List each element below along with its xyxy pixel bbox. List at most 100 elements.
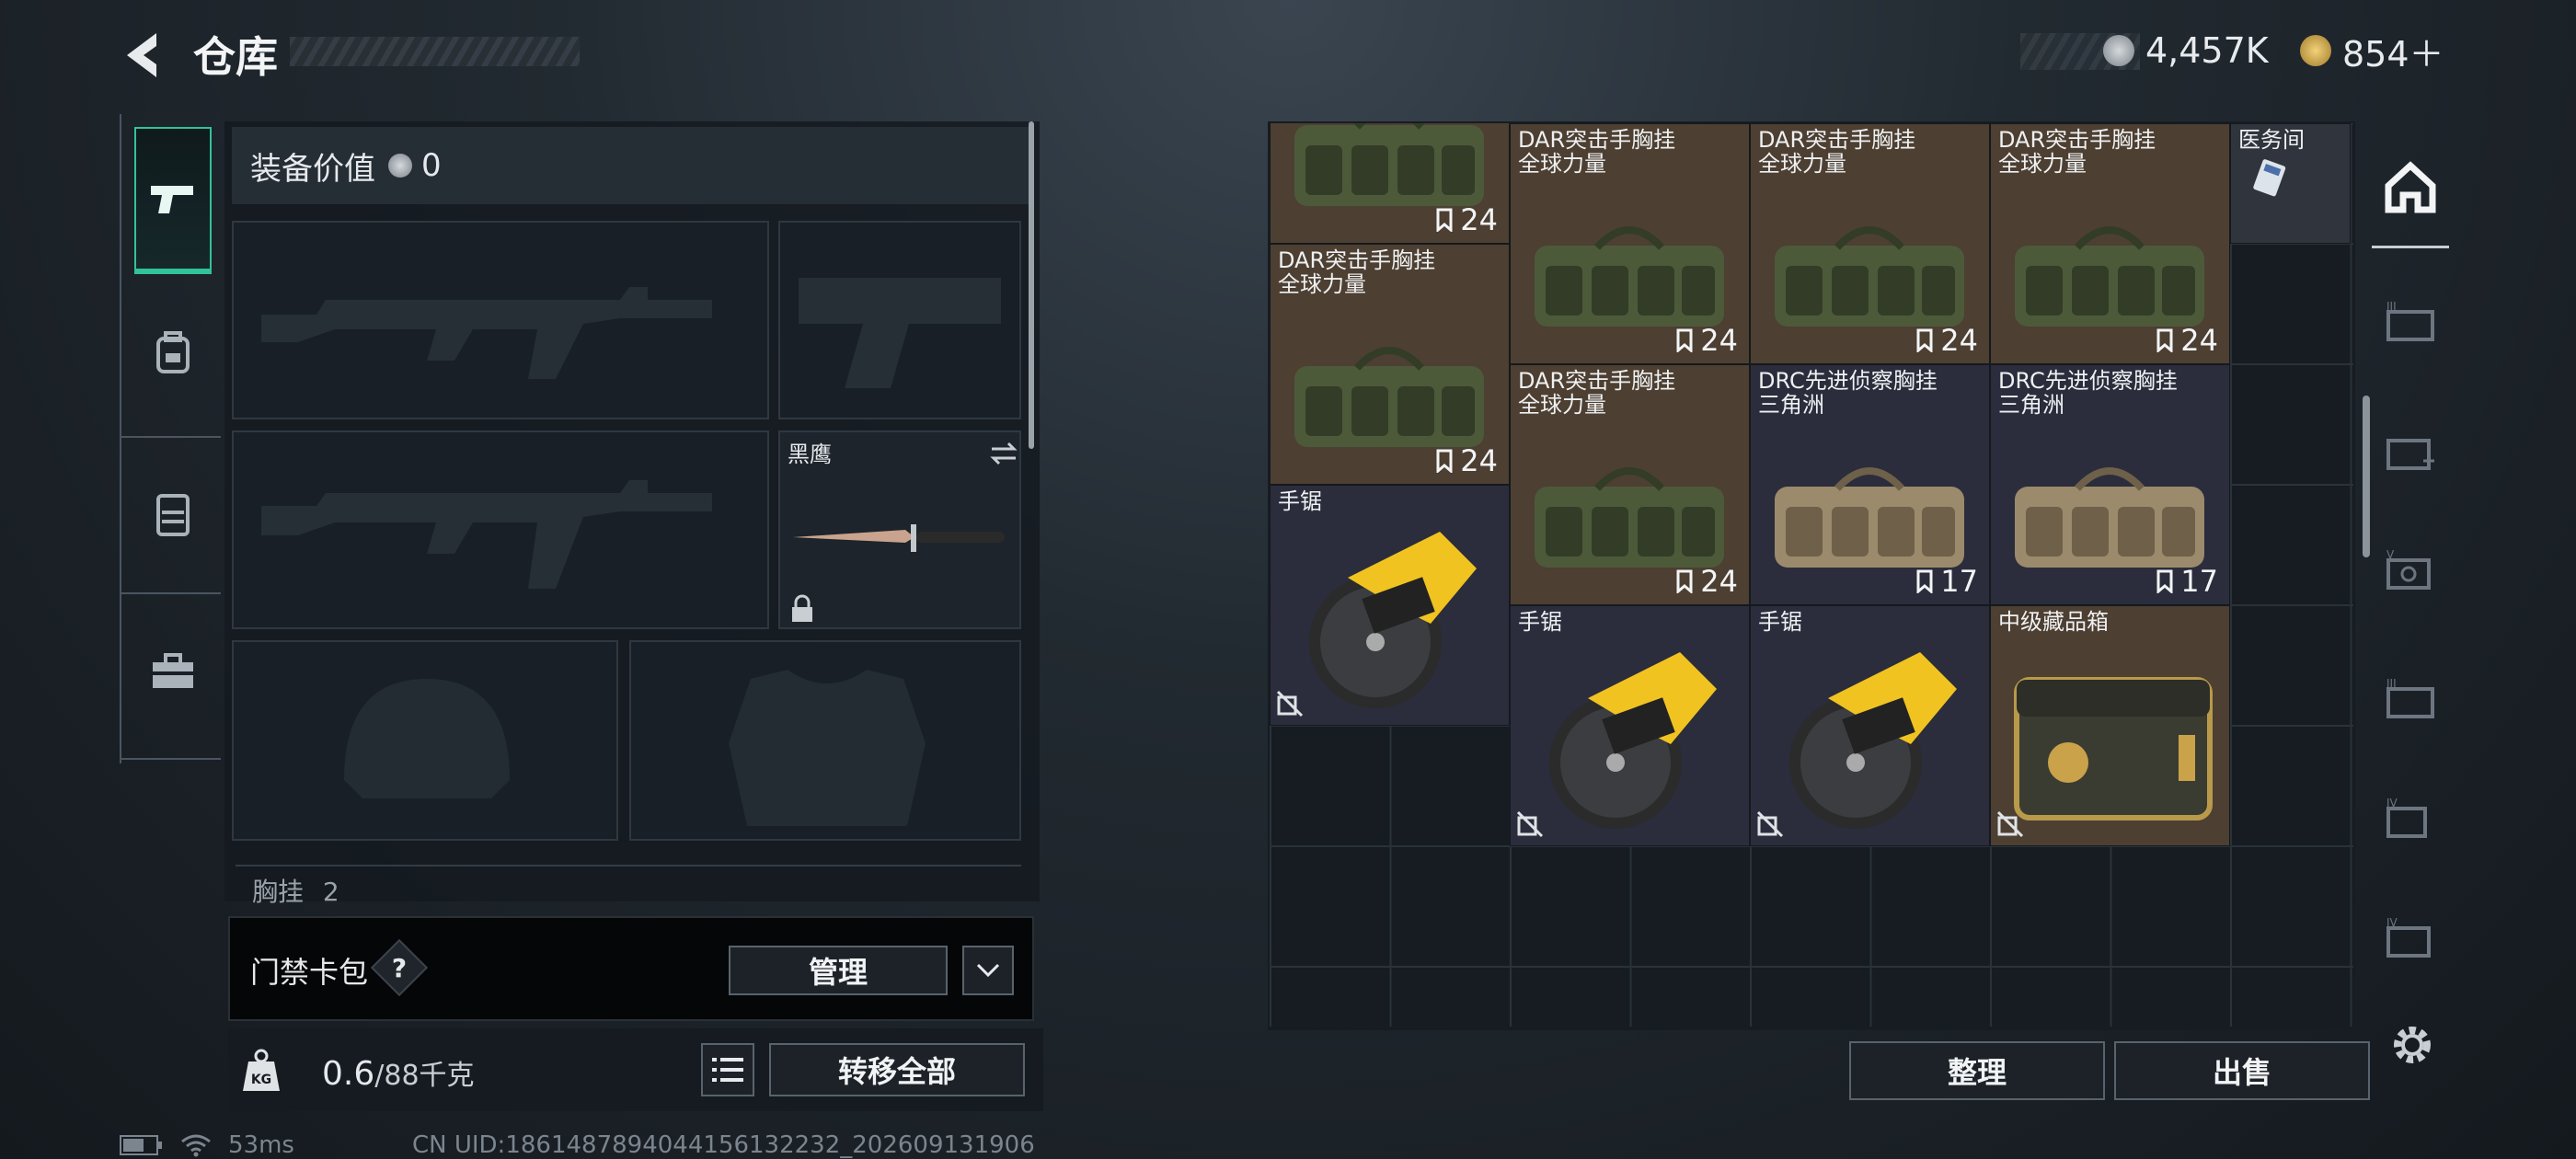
tab-storage-3a[interactable]: III bbox=[2372, 267, 2449, 377]
gold-amount: 854＋ bbox=[2342, 33, 2444, 75]
medical-box-icon bbox=[2386, 439, 2434, 470]
left-category-nav bbox=[120, 114, 221, 763]
svg-text:III: III bbox=[2386, 300, 2397, 313]
bag-art-icon bbox=[2015, 226, 2204, 327]
inventory-scrollbar[interactable] bbox=[2363, 396, 2370, 557]
durability-icon bbox=[2156, 569, 2173, 593]
list-icon bbox=[712, 1058, 743, 1082]
saw-art-icon bbox=[1309, 532, 1477, 708]
tanbag-art-icon bbox=[2015, 467, 2204, 568]
helmet-slot[interactable] bbox=[232, 640, 618, 841]
tab-storage-3b[interactable]: III bbox=[2372, 644, 2449, 754]
item-hand-saw[interactable]: 手锯 bbox=[1750, 605, 1990, 846]
manage-button[interactable]: 管理 bbox=[729, 946, 948, 995]
equipment-value-bar: 装备价值 0 bbox=[232, 127, 1029, 204]
svg-text:IV: IV bbox=[2386, 916, 2398, 929]
page-title: 仓库 bbox=[193, 32, 278, 82]
pistol-slot[interactable] bbox=[778, 221, 1021, 419]
primary-weapon-slot[interactable] bbox=[232, 221, 769, 419]
item-count: 24 bbox=[1940, 323, 1978, 358]
backpack-icon bbox=[156, 331, 190, 373]
item-durability: 24 bbox=[1915, 323, 1978, 358]
item-collection-case[interactable]: 中级藏品箱 bbox=[1990, 605, 2230, 846]
durability-icon bbox=[1916, 569, 1933, 593]
melee-slot[interactable]: 黑鹰 bbox=[778, 430, 1021, 629]
tab-weapons[interactable] bbox=[134, 127, 212, 274]
item-chest-rig[interactable]: DAR突击手胸挂 全球力量 24 bbox=[1750, 123, 1990, 364]
tab-storage-4a[interactable]: IV bbox=[2372, 763, 2449, 874]
storage-box-icon: III bbox=[2386, 300, 2434, 341]
item-keycard[interactable]: 医务间 bbox=[2230, 123, 2351, 244]
item-chest-rig[interactable]: DAR突击手胸挂 全球力量 24 bbox=[1270, 244, 1510, 485]
knife-icon bbox=[793, 524, 1005, 552]
tab-storage-medical[interactable] bbox=[2372, 396, 2449, 506]
item-name: DAR突击手胸挂 全球力量 bbox=[1998, 127, 2156, 177]
expand-dropdown-button[interactable] bbox=[962, 946, 1014, 995]
inventory-grid: 24 DAR突击手胸挂 全球力量 24 DAR突击手胸挂 全球力量 24 DAR突击手胸挂… bbox=[1270, 123, 2353, 1027]
item-name: DAR突击手胸挂 全球力量 bbox=[1518, 368, 1676, 418]
settings-gear-icon[interactable] bbox=[2388, 1021, 2436, 1069]
armor-slot[interactable] bbox=[629, 640, 1021, 841]
transfer-all-button[interactable]: 转移全部 bbox=[769, 1043, 1025, 1096]
back-arrow-icon[interactable] bbox=[120, 28, 166, 83]
saw-art-icon bbox=[1789, 652, 1957, 829]
durability-icon bbox=[1676, 569, 1693, 593]
item-name: 手锯 bbox=[1278, 488, 1322, 514]
item-chest-rig[interactable]: 24 bbox=[1270, 123, 1510, 244]
wifi-icon bbox=[181, 1134, 211, 1157]
item-count: 24 bbox=[1700, 323, 1738, 358]
rifle-silhouette-icon bbox=[261, 287, 712, 379]
tab-storage-5[interactable]: V bbox=[2372, 515, 2449, 625]
durability-icon bbox=[1436, 449, 1453, 473]
ping-text: 53ms bbox=[228, 1131, 294, 1159]
right-storage-nav: III V III IV IV bbox=[2372, 129, 2449, 993]
equipment-value: 0 bbox=[421, 147, 442, 184]
nav-divider bbox=[121, 592, 221, 594]
equipment-scrollbar[interactable] bbox=[1029, 121, 1034, 449]
no-insure-icon bbox=[1516, 810, 1544, 838]
title-decoration bbox=[290, 37, 580, 66]
tab-storage-4b[interactable]: IV bbox=[2372, 883, 2449, 993]
swap-icon[interactable] bbox=[990, 440, 1018, 467]
tab-warehouse[interactable] bbox=[2372, 129, 2449, 248]
toolbox-icon bbox=[153, 653, 193, 688]
sort-button[interactable]: 整理 bbox=[1849, 1041, 2105, 1100]
item-hand-saw[interactable]: 手锯 bbox=[1510, 605, 1750, 846]
top-bar: 仓库 4,457K 854＋ bbox=[0, 0, 2576, 110]
item-chest-rig[interactable]: DAR突击手胸挂 全球力量 24 bbox=[1510, 364, 1750, 605]
item-name: DAR突击手胸挂 全球力量 bbox=[1278, 247, 1436, 297]
item-durability: 24 bbox=[1674, 323, 1738, 358]
uid-text: CN UID:1861487894044156132232_2026091319… bbox=[411, 1131, 1035, 1159]
tab-toolbox[interactable] bbox=[134, 598, 212, 745]
item-durability: 24 bbox=[1434, 443, 1498, 478]
item-count: 17 bbox=[2180, 564, 2218, 599]
item-chest-rig[interactable]: DAR突击手胸挂 全球力量 24 bbox=[1510, 123, 1750, 364]
warehouse-icon bbox=[2385, 160, 2436, 212]
gold-currency[interactable]: 854＋ bbox=[2300, 28, 2444, 75]
tab-backpack[interactable] bbox=[134, 280, 212, 427]
silver-coin-icon bbox=[388, 154, 412, 178]
bag-art-icon bbox=[1535, 467, 1724, 568]
item-chest-rig[interactable]: DRC先进侦察胸挂 三角洲 17 bbox=[1750, 364, 1990, 605]
tanbag-art-icon bbox=[1775, 467, 1964, 568]
chest-rig-label: 胸挂 bbox=[252, 877, 305, 907]
equipment-value-label: 装备价值 bbox=[250, 150, 375, 188]
tab-vest[interactable] bbox=[134, 442, 212, 589]
key-art-icon bbox=[2253, 159, 2286, 197]
item-chest-rig[interactable]: DAR突击手胸挂 全球力量 24 bbox=[1990, 123, 2230, 364]
weight-readout: 0.6/88千克 bbox=[322, 1052, 475, 1093]
item-hand-saw[interactable]: 手锯 bbox=[1270, 485, 1510, 726]
weight-kg-icon: KG bbox=[241, 1049, 282, 1093]
durability-icon bbox=[2156, 328, 2173, 352]
safe-icon: V bbox=[2386, 548, 2431, 590]
list-view-button[interactable] bbox=[701, 1043, 754, 1096]
secondary-weapon-slot[interactable] bbox=[232, 430, 769, 629]
no-insure-icon bbox=[1276, 690, 1304, 717]
weight-max: /88千克 bbox=[374, 1060, 475, 1092]
item-chest-rig[interactable]: DRC先进侦察胸挂 三角洲 17 bbox=[1990, 364, 2230, 605]
storage-box-icon: IV bbox=[2386, 916, 2431, 958]
bag-art-icon bbox=[1775, 226, 1964, 327]
lock-icon bbox=[792, 594, 812, 622]
sell-button[interactable]: 出售 bbox=[2114, 1041, 2370, 1100]
item-count: 24 bbox=[1460, 202, 1498, 237]
